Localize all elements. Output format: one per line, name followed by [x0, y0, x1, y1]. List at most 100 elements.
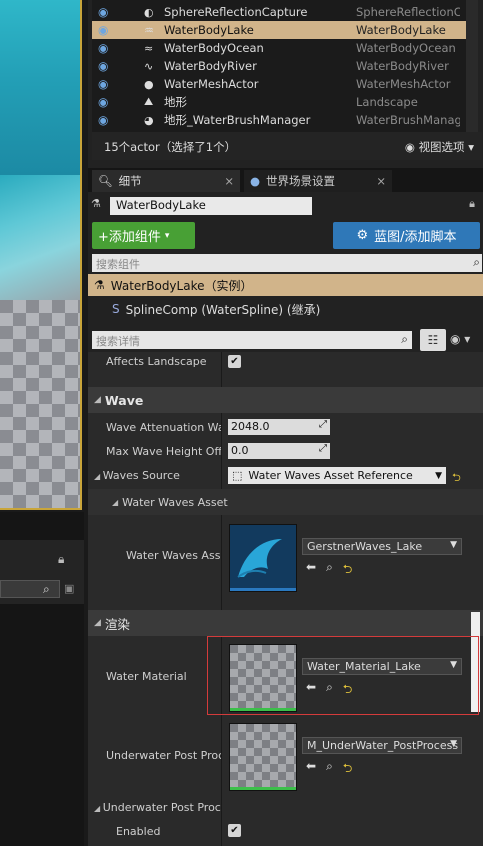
eye-icon[interactable]: ◉ ▾ [450, 332, 470, 346]
reset-arrow-icon[interactable]: ⮌ [343, 560, 353, 581]
use-selected-arrow-icon[interactable]: ⬅ [306, 560, 316, 581]
lock-icon[interactable]: 🔒︎ [469, 197, 475, 211]
outliner-row[interactable]: ◉ ∿ WaterBodyRiver WaterBodyRiver [92, 57, 466, 75]
landscape-icon: ⛰︎ [144, 95, 154, 108]
close-icon[interactable]: × [376, 174, 386, 188]
outliner-item-name: WaterBodyRiver [164, 59, 257, 73]
browse-search-icon[interactable]: ⌕ [326, 759, 333, 780]
left-lower-panel: 🔒︎ ⌕ ▣ [0, 512, 84, 846]
right-panel: ◉ ◐ SphereReflectionCapture SphereReflectio… [88, 0, 483, 846]
chevron-down-icon: ▼ [450, 739, 457, 749]
max-wave-height-label: Max Wave Height Offse [106, 445, 221, 458]
outliner-row[interactable]: ◉ ≈ WaterBodyOcean WaterBodyOcean [92, 39, 466, 57]
component-row-spline[interactable]: S SplineComp (WaterSpline) (继承) [88, 297, 483, 321]
water-waves-asset-value: GerstnerWaves_Lake [307, 540, 423, 553]
component-label: SplineComp (WaterSpline) (继承) [125, 302, 321, 317]
outliner-item-name: WaterMeshActor [164, 77, 259, 91]
wave-icon [237, 539, 282, 578]
column-divider[interactable] [221, 352, 222, 846]
waves-source-label: ◢ Waves Source [94, 469, 209, 482]
water-ocean-icon: ≈ [144, 41, 154, 55]
drag-arrows-icon: ⤢ [319, 443, 327, 454]
sphere-icon: ● [144, 77, 154, 91]
subcategory-water-waves-asset[interactable]: ◢ Water Waves Asset [88, 489, 483, 515]
outliner-row[interactable]: ◉ ◐ SphereReflectionCapture SphereReflectio… [92, 3, 466, 21]
spline-icon: S [112, 302, 120, 316]
outliner-item-type: WaterBodyLake [356, 23, 446, 37]
left-search-input[interactable] [0, 580, 60, 598]
close-icon[interactable]: × [224, 174, 234, 188]
use-selected-arrow-icon[interactable]: ⬅ [306, 759, 316, 780]
lock-icon[interactable]: 🔒︎ [58, 552, 64, 567]
underwater-pp-subcat[interactable]: ◢ Underwater Post Proce [94, 801, 221, 814]
outliner-item-type: WaterBrushManag [356, 113, 460, 127]
blueprint-add-script-button[interactable]: ⚙ 蓝图/添加脚本 [333, 222, 480, 249]
details-search-input[interactable]: 搜索详情 ⌕ [92, 331, 412, 349]
underwater-pp-dropdown[interactable]: M_UnderWater_PostProcess ▼ [302, 737, 462, 754]
eye-icon[interactable]: ◉ [98, 59, 114, 73]
outliner-scrollbar[interactable] [466, 0, 478, 132]
category-rendering[interactable]: ◢ 渲染 [88, 610, 483, 636]
component-row-instance[interactable]: ⚗ WaterBodyLake（实例） [88, 274, 483, 296]
outliner-item-name: SphereReflectionCapture [164, 5, 308, 19]
outliner-item-type: WaterMeshActor [356, 77, 451, 91]
water-lake-icon: ♒ [144, 23, 154, 37]
search-icon[interactable]: ⌕ [43, 582, 50, 597]
component-search-placeholder: 搜索组件 [96, 258, 140, 271]
outliner-item-type: Landscape [356, 95, 418, 109]
affects-landscape-checkbox[interactable]: ✔ [228, 355, 241, 368]
details-header: ⚗ WaterBodyLake 🔒︎ [88, 194, 483, 218]
underwater-pp-subcat-label: Underwater Post Proce [102, 801, 221, 814]
eye-icon[interactable]: ◉ [98, 23, 114, 37]
actor-name-field[interactable]: WaterBodyLake [110, 197, 312, 215]
outliner-row[interactable]: ◉ ♒ WaterBodyLake WaterBodyLake [92, 21, 466, 39]
reset-arrow-icon[interactable]: ⮌ [452, 469, 461, 488]
outliner-item-type: WaterBodyOcean [356, 41, 456, 55]
asset-tools: ⬅ ⌕ ⮌ [306, 560, 352, 581]
sphere-capture-icon: ◐ [144, 5, 154, 19]
eye-icon[interactable]: ◉ [98, 41, 114, 55]
water-waves-asset-label: Water Waves Asset [126, 549, 221, 562]
waves-asset-thumbnail[interactable] [229, 524, 297, 592]
outliner-row[interactable]: ◉ ◕ 地形_WaterBrushManager WaterBrushManag [92, 111, 466, 129]
component-search-input[interactable]: 搜索组件 ⌕ [92, 254, 482, 272]
viewport-checker-floor [0, 300, 80, 508]
chevron-down-icon: ▾ [164, 230, 170, 241]
affects-landscape-label: Affects Landscape [106, 355, 207, 368]
save-icon[interactable]: ▣ [64, 582, 74, 595]
outliner-row[interactable]: ◉ ⛰︎ 地形 Landscape [92, 93, 466, 111]
category-wave[interactable]: ◢ Wave [88, 387, 483, 413]
eye-icon[interactable]: ◉ [98, 95, 114, 109]
actor-count: 15个actor（选择了1个） [104, 140, 237, 154]
tab-details[interactable]: 🔍︎ 细节 × [92, 170, 240, 192]
view-options-button[interactable]: ◉ 视图选项 ▾ [405, 139, 474, 155]
outliner-item-name: WaterBodyLake [164, 23, 254, 37]
wave-attenuation-field[interactable]: 2048.0 ⤢ [228, 419, 330, 435]
level-viewport[interactable] [0, 0, 82, 510]
wave-attenuation-label: Wave Attenuation Wate [106, 421, 221, 434]
eye-icon[interactable]: ◉ [98, 113, 114, 127]
enabled-checkbox[interactable]: ✔ [228, 824, 241, 837]
water-river-icon: ∿ [144, 59, 154, 73]
globe-icon: ● [250, 174, 261, 188]
outliner-row[interactable]: ◉ ● WaterMeshActor WaterMeshActor [92, 75, 466, 93]
browse-search-icon[interactable]: ⌕ [326, 560, 333, 581]
property-matrix-button[interactable]: ☷ [420, 329, 446, 351]
tab-world-settings[interactable]: ● 世界场景设置 × [244, 170, 392, 192]
magnifier-icon: 🔍︎ [98, 174, 113, 188]
expand-arrow-icon: ◢ [94, 472, 103, 481]
viewport-water-shore [0, 175, 80, 305]
viewport-water-surface [0, 0, 80, 175]
chevron-down-icon: ▼ [450, 540, 457, 550]
underwater-pp-thumbnail[interactable] [229, 723, 297, 791]
subcategory-label: Water Waves Asset [122, 495, 228, 509]
water-waves-asset-dropdown[interactable]: GerstnerWaves_Lake ▼ [302, 538, 462, 555]
waves-source-dropdown[interactable]: ⬚ Water Waves Asset Reference ▼ [228, 467, 446, 484]
reset-arrow-icon[interactable]: ⮌ [343, 759, 353, 780]
chevron-down-icon: ▼ [435, 470, 442, 481]
eye-icon[interactable]: ◉ [98, 5, 114, 19]
add-component-button[interactable]: +添加组件 ▾ [92, 222, 195, 249]
max-wave-height-field[interactable]: 0.0 ⤢ [228, 443, 330, 459]
eye-icon[interactable]: ◉ [98, 77, 114, 91]
water-material-label: Water Material [106, 670, 187, 683]
